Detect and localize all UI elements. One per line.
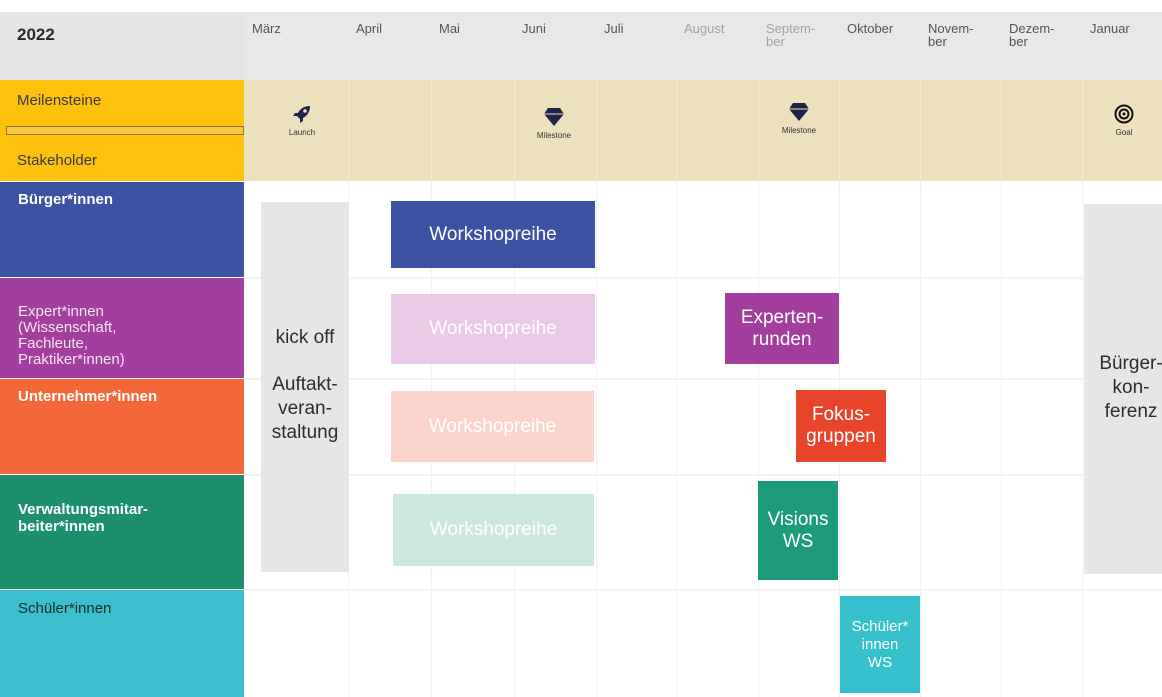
row-label-text: Unternehmer*innen (18, 388, 158, 405)
month-juni: Juni (514, 12, 596, 80)
grid-line (676, 181, 677, 697)
band-divider (431, 80, 432, 181)
row-unternehmer: Unternehmer*innen (0, 379, 244, 474)
target-icon-svg (1114, 104, 1134, 124)
row-schueler: Schüler*innen (0, 590, 244, 697)
stakeholder-title: Stakeholder (17, 152, 98, 169)
band-divider (839, 80, 840, 181)
milestone-juni: Milestone (524, 107, 584, 140)
milestone-band (244, 80, 1162, 181)
activity-label: Schüler* innen WS (851, 617, 909, 671)
visions-ws-block: Visions WS (758, 481, 838, 580)
grid-line (244, 474, 1162, 476)
activity-label: Workshopreihe (429, 223, 557, 245)
band-divider (596, 80, 597, 181)
month-label: Juni (522, 21, 546, 36)
month-januar: Januar (1082, 12, 1162, 80)
label-divider (6, 126, 244, 135)
month-oktober: Oktober (839, 12, 920, 80)
month-august: August (676, 12, 758, 80)
grid-line (758, 181, 759, 697)
activity-label: Workshopreihe (428, 415, 557, 437)
kickoff-block: kick off Auftakt- veran- staltung (261, 202, 349, 572)
activity-label: Fokus- gruppen (806, 404, 876, 447)
month-mai: Mai (431, 12, 514, 80)
kickoff-title: kick off (275, 327, 335, 348)
milestone-caption: Launch (288, 128, 316, 137)
schueler-ws-block: Schüler* innen WS (840, 596, 920, 693)
diamond-icon-svg (544, 108, 564, 126)
band-divider (676, 80, 677, 181)
fokusgruppen-block: Fokus- gruppen (796, 390, 886, 462)
activity-label: Workshopreihe (429, 519, 558, 540)
month-label: Dezem- ber (1009, 21, 1055, 49)
workshop-buerger: Workshopreihe (391, 201, 595, 268)
band-divider (920, 80, 921, 181)
milestone-caption: Milestone (536, 131, 572, 140)
kickoff-subtitle: Auftakt- veran- staltung (271, 374, 339, 443)
goal-milestone: Goal (1094, 104, 1154, 137)
workshop-verwaltung: Workshopreihe (393, 494, 594, 566)
grid-line (244, 378, 1162, 380)
row-buerger: Bürger*innen (0, 182, 244, 277)
band-divider (758, 80, 759, 181)
milestones-title: Meilensteine (17, 92, 102, 109)
row-experten: Expert*innen (Wissenschaft, Fachleute, P… (0, 278, 244, 378)
month-juli: Juli (596, 12, 676, 80)
month-label: Novem- ber (928, 21, 974, 49)
launch-milestone: Launch (272, 104, 332, 137)
month-label: April (356, 21, 383, 36)
month-label: März (252, 21, 281, 36)
grid-line (596, 181, 597, 697)
month-september: Septem- ber (758, 12, 839, 80)
row-verwaltung: Verwaltungsmitar- beiter*innen (0, 475, 244, 589)
month-label: Januar (1090, 21, 1130, 36)
diamond-icon-svg (789, 103, 809, 121)
month-maerz: März (244, 12, 348, 80)
activity-label: Experten- runden (740, 306, 824, 350)
year-header: 2022 (0, 12, 244, 80)
milestone-caption: Goal (1115, 128, 1133, 137)
month-label: Oktober (847, 21, 894, 36)
milestone-caption: Milestone (781, 126, 817, 135)
band-divider (514, 80, 515, 181)
grid-line (1082, 181, 1083, 697)
band-divider (1001, 80, 1002, 181)
month-label: Juli (604, 21, 624, 36)
workshop-unternehmer: Workshopreihe (391, 391, 594, 462)
buergerkonferenz-block: Bürger- kon- ferenz (1084, 204, 1162, 574)
month-april: April (348, 12, 431, 80)
row-label-text: Expert*innen (Wissenschaft, Fachleute, P… (18, 303, 125, 368)
band-divider (1082, 80, 1083, 181)
rocket-icon (272, 104, 332, 128)
grid-line (244, 277, 1162, 279)
rocket-icon-svg (293, 106, 310, 123)
grid-line (920, 181, 921, 697)
row-label-text: Verwaltungsmitar- beiter*innen (18, 501, 149, 535)
diamond-icon (524, 107, 584, 131)
activity-label: Visions WS (767, 508, 829, 552)
year-label: 2022 (17, 25, 55, 44)
row-label-text: Schüler*innen (18, 600, 112, 617)
buergerkonferenz-label: Bürger- kon- ferenz (1099, 353, 1162, 422)
row-label-text: Bürger*innen (18, 191, 114, 208)
diamond-icon (769, 102, 829, 126)
month-dezember: Dezem- ber (1001, 12, 1082, 80)
month-label: Septem- ber (766, 21, 816, 49)
grid-line (1001, 181, 1002, 697)
month-label: Mai (439, 21, 460, 36)
expertenrunden-block: Experten- runden (725, 293, 839, 364)
grid-line (244, 589, 1162, 591)
target-icon (1094, 104, 1154, 128)
activity-label: Workshopreihe (429, 318, 557, 339)
band-divider (348, 80, 349, 181)
month-november: Novem- ber (920, 12, 1001, 80)
workshop-experten: Workshopreihe (391, 294, 595, 364)
month-label: August (684, 21, 725, 36)
milestone-september: Milestone (769, 102, 829, 135)
